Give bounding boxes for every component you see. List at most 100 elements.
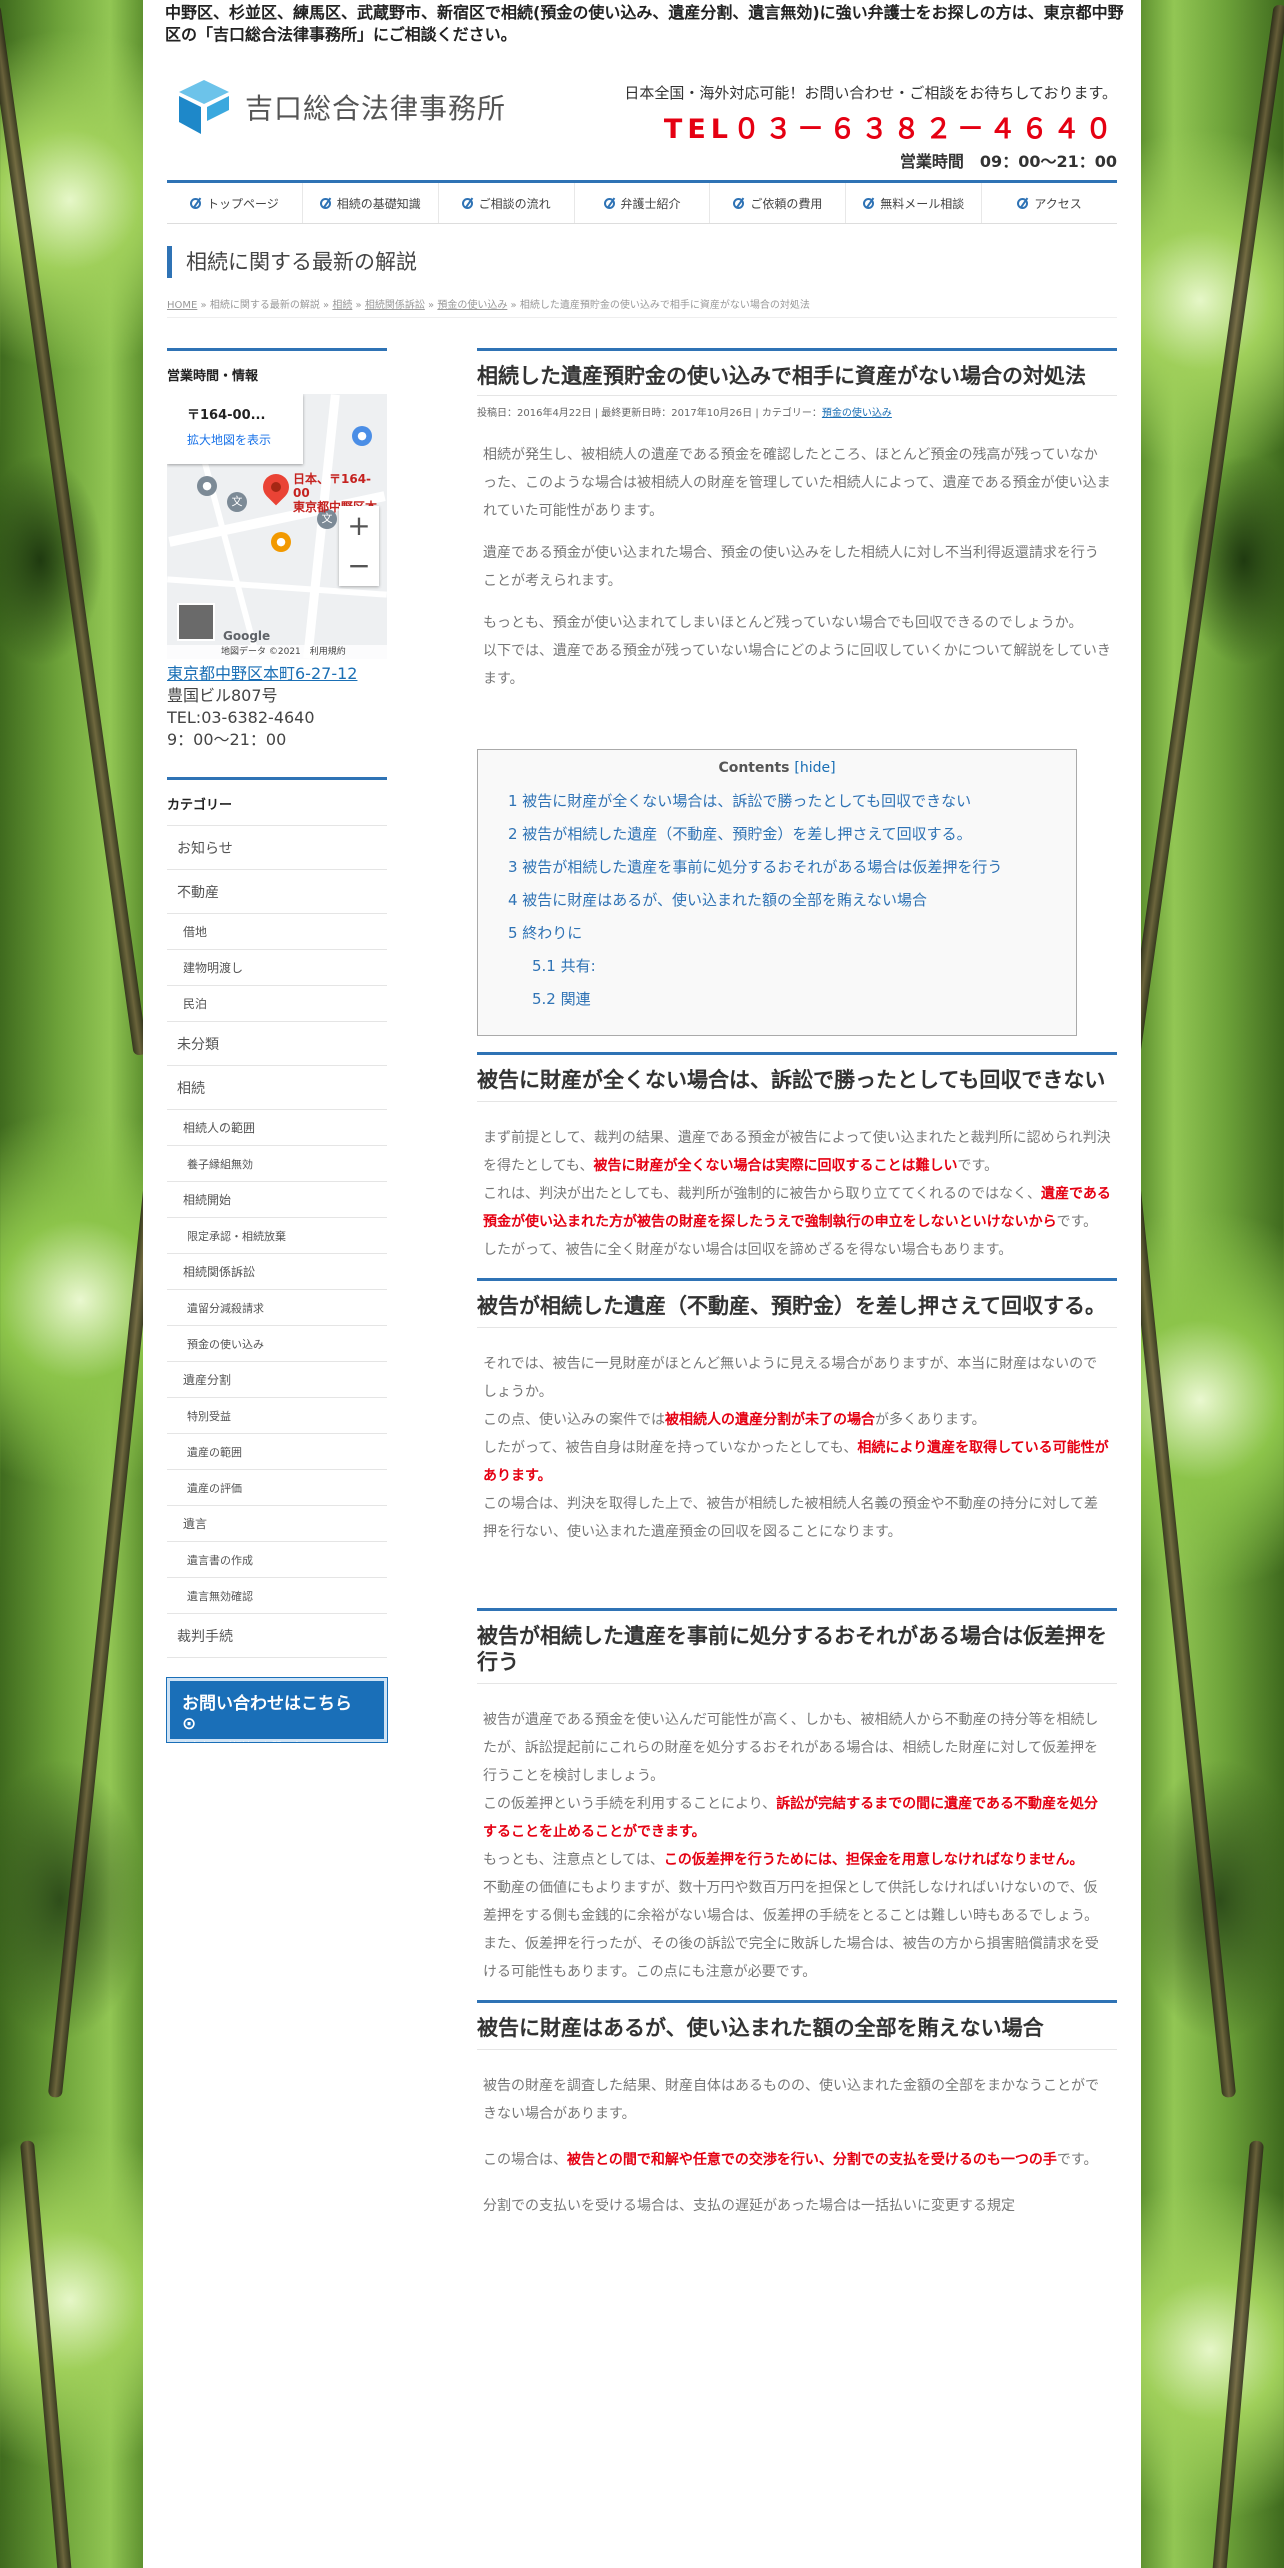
tree-trunk-decoration (0, 4, 148, 1056)
nav-item-top[interactable]: トップページ (167, 183, 303, 223)
section-paragraph: この仮差押という手続を利用することにより、訴訟が完結するまでの間に遺産である不動… (483, 1796, 1099, 1840)
zoom-in-button[interactable]: + (339, 506, 379, 546)
category-item[interactable]: 特別受益 (167, 1398, 387, 1434)
map-card-title: 〒164-00... (187, 408, 266, 423)
category-item[interactable]: 預金の使い込み (167, 1326, 387, 1362)
google-map[interactable]: ● 文 文 ● ● 〒164-00... 拡大地図を表示 日本、〒164-00 … (167, 394, 387, 659)
category-item[interactable]: 遺産の評価 (167, 1470, 387, 1506)
nav-item-basics[interactable]: 相続の基礎知識 (303, 183, 439, 223)
breadcrumb-litigation[interactable]: 相続関係訴訟 (365, 300, 425, 311)
logo-text: 吉口総合法律事務所 (245, 92, 507, 125)
section-paragraph: 分割での支払いを受ける場合は、支払の遅延があった場合は一括払いに変更する規定 (483, 2198, 1015, 2214)
category-item[interactable]: 遺言 (167, 1506, 387, 1542)
category-item[interactable]: 相続 (167, 1066, 387, 1110)
nav-bullet-icon (863, 197, 875, 209)
category-item[interactable]: 借地 (167, 914, 387, 950)
toc-item[interactable]: 5.1 共有: (508, 951, 1046, 982)
category-list: カテゴリー お知らせ 不動産 借地 建物明渡し 民泊 未分類 相続 相続人の範囲 養子縁組無効相… (167, 777, 387, 1658)
header-contact: 日本全国・海外対応可能！お問い合わせ・ご相談をお待ちしております。 TEL０３－… (624, 82, 1117, 172)
toc-item[interactable]: 5.2 関連 (508, 984, 1046, 1015)
nav-item-flow[interactable]: ご相談の流れ (439, 183, 575, 223)
section-paragraph: この場合は、判決を取得した上で、被告が相続した被相続人名義の預金や不動産の持分に… (483, 1496, 1099, 1540)
nav-item-access[interactable]: アクセス (982, 183, 1117, 223)
category-item[interactable]: 裁判手続 (167, 1614, 387, 1658)
zoom-out-button[interactable]: − (339, 546, 379, 586)
global-nav: トップページ 相続の基礎知識 ご相談の流れ 弁護士紹介 ご依頼の費用 無料メール… (167, 180, 1117, 224)
map-zoom-controls: + − (339, 506, 379, 586)
nav-bullet-icon (1017, 197, 1029, 209)
tree-trunk-decoration (19, 2140, 75, 2568)
nav-bullet-icon (319, 197, 331, 209)
tree-trunk-decoration (1126, 4, 1284, 1056)
category-item[interactable]: 遺言無効確認 (167, 1578, 387, 1614)
contact-banner-title: お問い合わせはこちら ⊙ (182, 1694, 352, 1734)
section-heading: 被告に財産はあるが、使い込まれた額の全部を賄えない場合 (477, 2000, 1117, 2050)
hours-heading: 営業時間・情報 (167, 348, 387, 386)
breadcrumb-inheritance[interactable]: 相続 (332, 300, 352, 311)
category-item[interactable]: 限定承認・相続放棄 (167, 1218, 387, 1254)
site-logo[interactable]: 吉口総合法律事務所 (175, 76, 506, 138)
toc-item[interactable]: 1 被告に財産が全くない場合は、訴訟で勝ったとしても回収できない (508, 786, 1046, 817)
section-heading: 被告が相続した遺産を事前に処分するおそれがある場合は仮差押を行う (477, 1608, 1117, 1684)
map-poi-icon: ● (197, 476, 217, 496)
section-paragraph: まず前提として、裁判の結果、遺産である預金が被告によって使い込まれたと裁判所に認… (483, 1130, 1111, 1174)
category-item[interactable]: お知らせ (167, 826, 387, 870)
category-items: お知らせ 不動産 借地 建物明渡し 民泊 未分類 相続 相続人の範囲 養子縁組無効 相続開始 限定承… (167, 826, 387, 1658)
header-hours: 営業時間 09：00～21：00 (899, 152, 1117, 171)
map-poi-icon: ● (352, 426, 372, 446)
breadcrumb: HOME » 相続に関する最新の解説 » 相続 » 相続関係訴訟 » 預金の使い… (167, 296, 1117, 318)
breadcrumb-home[interactable]: HOME (167, 300, 197, 311)
category-item[interactable]: 相続開始 (167, 1182, 387, 1218)
nav-item-mail[interactable]: 無料メール相談 (846, 183, 983, 223)
section-paragraph: 被告が遺産である預金を使い込んだ可能性が高く、しかも、被相続人から不動産の持分等… (483, 1712, 1099, 1784)
breadcrumb-deposit[interactable]: 預金の使い込み (437, 300, 507, 311)
article-meta: 投稿日：2016年4月22日 | 最終更新日時：2017年10月26日 | カテ… (477, 408, 892, 419)
map-satellite-toggle[interactable] (177, 603, 215, 641)
map-info-card: 〒164-00... 拡大地図を表示 (167, 394, 303, 464)
category-item[interactable]: 遺言書の作成 (167, 1542, 387, 1578)
map-poi-icon: 文 (227, 492, 247, 512)
toc-hide-toggle[interactable]: [hide] (794, 760, 835, 776)
category-item[interactable]: 民泊 (167, 986, 387, 1022)
category-item[interactable]: 遺産分割 (167, 1362, 387, 1398)
nav-bullet-icon (461, 197, 473, 209)
contact-banner-button[interactable]: お問い合わせはこちら ⊙ お気軽にご相談・お問い合わせ下さい。 (166, 1677, 388, 1753)
toc-item[interactable]: 3 被告が相続した遺産を事前に処分するおそれがある場合は仮差押を行う (508, 852, 1046, 883)
category-heading: カテゴリー (167, 794, 387, 826)
category-item[interactable]: 相続関係訴訟 (167, 1254, 387, 1290)
nav-bullet-icon (733, 197, 745, 209)
page-title: 相続に関する最新の解説 (167, 246, 1117, 278)
section-paragraph: それでは、被告に一見財産がほとんど無いように見える場合がありますが、本当に財産は… (483, 1356, 1098, 1400)
article-title: 相続した遺産預貯金の使い込みで相手に資産がない場合の対処法 (477, 348, 1117, 396)
section-heading: 被告に財産が全くない場合は、訴訟で勝ったとしても回収できない (477, 1052, 1117, 1102)
category-item[interactable]: 未分類 (167, 1022, 387, 1066)
toc-item[interactable]: 5 終わりに (508, 918, 1046, 949)
category-item[interactable]: 建物明渡し (167, 950, 387, 986)
toc-list: 1 被告に財産が全くない場合は、訴訟で勝ったとしても回収できない 2 被告が相続… (508, 786, 1046, 1015)
office-address: 東京都中野区本町6-27-12 豊国ビル807号 TEL:03-6382-464… (167, 663, 387, 751)
category-item[interactable]: 不動産 (167, 870, 387, 914)
section-heading: 被告が相続した遺産（不動産、預貯金）を差し押さえて回収する。 (477, 1278, 1117, 1328)
logo-cube-icon (175, 76, 233, 138)
header-phone[interactable]: TEL０３－６３８２－４６４０ (624, 107, 1117, 146)
section-paragraph: この点、使い込みの案件では被相続人の遺産分割が未了の場合が多くあります。 (483, 1412, 986, 1428)
article-category-link[interactable]: 預金の使い込み (822, 408, 892, 419)
breadcrumb-latest[interactable]: 相続に関する最新の解説 (210, 300, 320, 311)
section-paragraph: また、仮差押を行ったが、その後の訴訟で完全に敗訴した場合は、被告の方から損害賠償… (483, 1936, 1099, 1980)
section-body: それでは、被告に一見財産がほとんど無いように見える場合がありますが、本当に財産は… (477, 1350, 1117, 1546)
section-paragraph: したがって、被告に全く財産がない場合は回収を諦めざるを得ない場合もあります。 (483, 1242, 1013, 1258)
map-enlarge-link[interactable]: 拡大地図を表示 (187, 431, 303, 448)
toc-item[interactable]: 2 被告が相続した遺産（不動産、預貯金）を差し押さえて回収する。 (508, 819, 1046, 850)
section-paragraph: この場合は、被告との間で和解や任意での交渉を行い、分割での支払を受けるのも一つの… (483, 2152, 1098, 2168)
category-item[interactable]: 相続人の範囲 (167, 1110, 387, 1146)
category-item[interactable]: 遺産の範囲 (167, 1434, 387, 1470)
nav-bullet-icon (603, 197, 615, 209)
section-paragraph: 被告の財産を調査した結果、財産自体はあるものの、使い込まれた金額の全部をまかなう… (483, 2078, 1099, 2122)
category-item[interactable]: 遺留分減殺請求 (167, 1290, 387, 1326)
toc-item[interactable]: 4 被告に財産はあるが、使い込まれた額の全部を賄えない場合 (508, 885, 1046, 916)
address-link[interactable]: 東京都中野区本町6-27-12 (167, 664, 357, 683)
section-paragraph: したがって、被告自身は財産を持っていなかったとしても、相続により遺産を取得してい… (483, 1440, 1109, 1484)
category-item[interactable]: 養子縁組無効 (167, 1146, 387, 1182)
nav-item-lawyer[interactable]: 弁護士紹介 (575, 183, 711, 223)
nav-item-fees[interactable]: ご依頼の費用 (710, 183, 847, 223)
